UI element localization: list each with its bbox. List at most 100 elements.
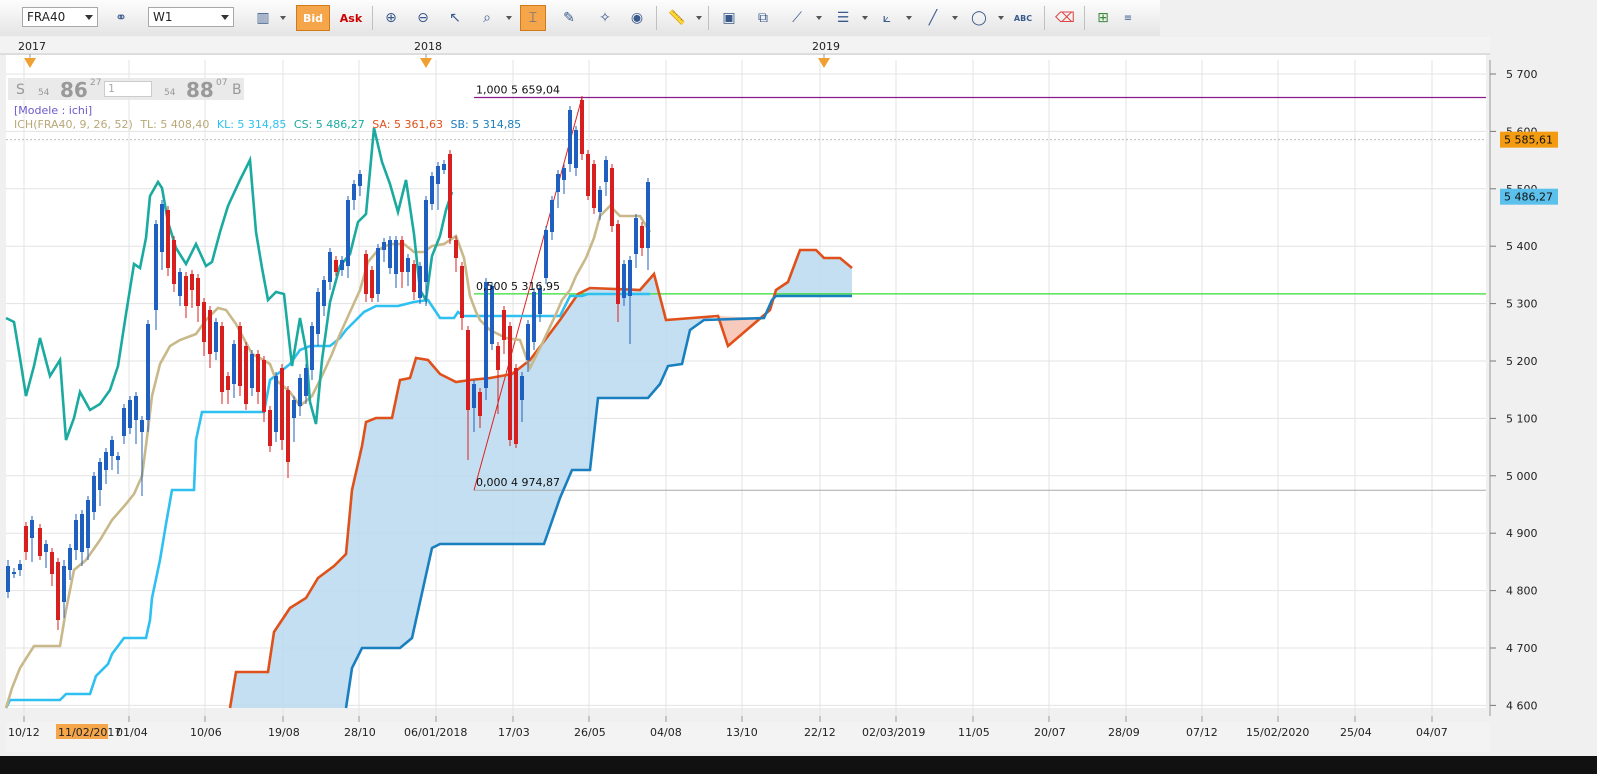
toolbar-separator xyxy=(1044,6,1045,30)
candle-body xyxy=(92,476,96,512)
candle-body xyxy=(214,322,218,352)
candle-body xyxy=(580,100,584,154)
candle-body xyxy=(376,248,380,294)
indicators-icon[interactable]: ⊞ xyxy=(1090,5,1116,31)
date-tick-label: 07/12 xyxy=(1186,726,1218,739)
eraser-icon[interactable]: ⌫ xyxy=(1052,5,1078,31)
date-tick-label: 04/08 xyxy=(650,726,682,739)
candle-body xyxy=(310,326,314,370)
date-tick-label: 25/04 xyxy=(1340,726,1372,739)
chevron-down-icon[interactable] xyxy=(998,16,1004,20)
ellipse-icon[interactable]: ◯ xyxy=(966,5,992,31)
symbol-value: FRA40 xyxy=(27,10,66,24)
candle-body xyxy=(412,264,416,292)
chevron-down-icon[interactable] xyxy=(862,16,868,20)
date-tick-label: 10/06 xyxy=(190,726,222,739)
candle-body xyxy=(134,396,138,420)
date-tick-label: 20/07 xyxy=(1034,726,1066,739)
price-tick-label: 5 700 xyxy=(1506,68,1538,81)
buy-sup: 07 xyxy=(216,78,228,88)
chart-type-icon[interactable]: ▥ xyxy=(250,5,276,31)
date-tick-label: 15/02/2020 xyxy=(1246,726,1309,739)
price-tick-label: 4 900 xyxy=(1506,527,1538,540)
globe-icon[interactable]: ◉ xyxy=(624,5,650,31)
candle-body xyxy=(340,260,344,270)
candle-body xyxy=(6,566,10,592)
text-tool-icon[interactable]: ABC xyxy=(1010,5,1036,31)
candle-body xyxy=(196,278,200,306)
edit-icon[interactable]: ✎ xyxy=(556,5,582,31)
candle-body xyxy=(12,572,16,574)
candle-body xyxy=(544,230,548,278)
candle-body xyxy=(268,410,272,446)
quantity-input[interactable]: 1 xyxy=(104,81,152,97)
candle-body xyxy=(110,440,114,456)
candle-body xyxy=(394,240,398,274)
candle-body xyxy=(634,218,638,254)
candle-body xyxy=(526,324,530,360)
date-tick-label: 06/01/2018 xyxy=(404,726,467,739)
candle-body xyxy=(460,266,464,318)
period-icon[interactable]: ⌶ xyxy=(520,5,546,31)
candle-body xyxy=(292,400,296,418)
chevron-down-icon[interactable] xyxy=(506,16,512,20)
toolbar-filler xyxy=(1160,0,1597,36)
chevron-down-icon[interactable] xyxy=(280,16,286,20)
zoom-in-icon[interactable]: ⊕ xyxy=(378,5,404,31)
date-tick-label: 22/12 xyxy=(804,726,836,739)
line-tool-icon[interactable]: ╱ xyxy=(920,5,946,31)
model-label: [Modele : ichi] xyxy=(14,104,93,117)
date-tick-label: 01/04 xyxy=(116,726,148,739)
date-tick-label: 10/12 xyxy=(8,726,40,739)
candle-body xyxy=(122,408,126,436)
candle-body xyxy=(592,164,596,208)
candle-body xyxy=(62,566,66,602)
chevron-down-icon[interactable] xyxy=(816,16,822,20)
bid-button[interactable]: Bid xyxy=(296,5,330,31)
magic-icon[interactable]: ✧ xyxy=(592,5,618,31)
legend-tl: TL: 5 408,40 xyxy=(140,118,210,131)
price-tick-label: 4 700 xyxy=(1506,642,1538,655)
legend-sa: SA: 5 361,63 xyxy=(372,118,443,131)
levels-icon[interactable]: ☰ xyxy=(830,5,856,31)
sell-small: 54 xyxy=(38,88,50,98)
symbol-select[interactable]: FRA40 xyxy=(22,7,98,27)
candle-body xyxy=(80,514,84,552)
fibonacci-icon[interactable]: ⟀ xyxy=(874,5,900,31)
cursor-icon[interactable]: ↖ xyxy=(442,5,468,31)
chevron-down-icon[interactable] xyxy=(696,16,702,20)
date-tick-label: 26/05 xyxy=(574,726,606,739)
sell-price[interactable]: 86 xyxy=(60,78,88,102)
zoom-out-icon[interactable]: ⊖ xyxy=(410,5,436,31)
candle-body xyxy=(74,520,78,550)
ask-button[interactable]: Ask xyxy=(334,5,368,31)
toolbar-separator xyxy=(708,6,709,30)
image-icon[interactable]: ▣ xyxy=(716,5,742,31)
toolbar-separator xyxy=(1084,6,1085,30)
link-icon[interactable]: ⚭ xyxy=(108,5,134,31)
price-chart[interactable]: 1,000 5 659,04 0,500 5 316,95 0,000 4 974,… xyxy=(0,36,1597,774)
chevron-down-icon[interactable] xyxy=(906,16,912,20)
timeframe-select[interactable]: W1 xyxy=(148,7,234,27)
chevron-down-icon[interactable] xyxy=(952,16,958,20)
date-tick-label: 11/02/2017 xyxy=(58,726,121,739)
candle-body xyxy=(184,276,188,306)
candle-body xyxy=(490,286,494,344)
toolbar-separator xyxy=(372,6,373,30)
buy-price[interactable]: 88 xyxy=(186,78,214,102)
screenshot-icon[interactable]: ⧉ xyxy=(750,5,776,31)
candle-body xyxy=(128,400,132,428)
candle-body xyxy=(646,182,650,248)
candle-body xyxy=(478,392,482,416)
ruler-icon[interactable]: 📏 xyxy=(664,5,690,31)
candle-body xyxy=(466,330,470,410)
price-tick-label: 4 600 xyxy=(1506,699,1538,712)
legend-ich: ICH(FRA40, 9, 26, 52) xyxy=(14,118,133,131)
candle-body xyxy=(238,326,242,386)
price-tick-label: 4 800 xyxy=(1506,585,1538,598)
candle-body xyxy=(610,168,614,226)
zoom-box-icon[interactable]: ⌕ xyxy=(474,5,500,31)
candle-body xyxy=(30,520,34,538)
trendline-icon[interactable]: ⟋ xyxy=(784,5,810,31)
more-icon[interactable]: ≡ xyxy=(1120,5,1136,31)
